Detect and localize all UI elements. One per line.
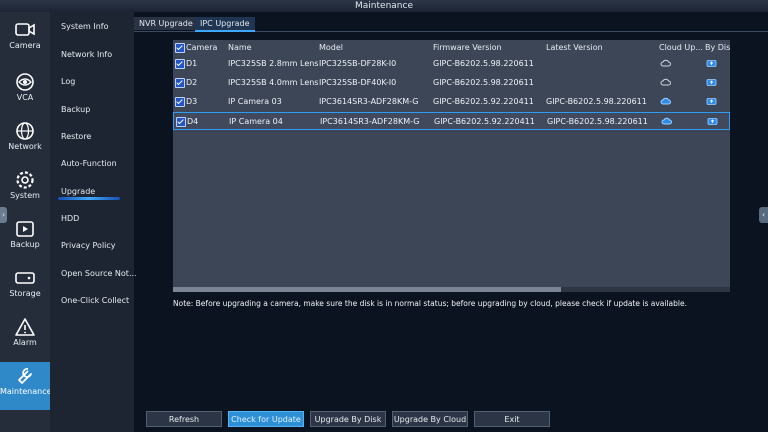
col-firmware: Firmware Version: [433, 43, 502, 52]
submenu-backup[interactable]: Backup: [61, 105, 90, 114]
submenu-network-info[interactable]: Network Info: [61, 50, 112, 59]
col-cloud-upgrade: Cloud Up...: [659, 43, 703, 52]
table-row[interactable]: D1 IPC325SB 2.8mm Lens IPC325SB-DF28K-I0…: [173, 55, 730, 73]
cell-model: IPC325SB-DF40K-I0: [319, 78, 397, 87]
upgrade-by-disk-button[interactable]: Upgrade By Disk: [310, 411, 386, 427]
cell-firmware: GIPC-B6202.5.92.220411: [433, 97, 534, 106]
cell-camera: D3: [186, 97, 198, 106]
nav-backup-label: Backup: [10, 240, 40, 249]
disk-upgrade-icon[interactable]: [706, 78, 717, 87]
cloud-upgrade-icon[interactable]: [660, 78, 671, 87]
tab-ipc-upgrade[interactable]: IPC Upgrade: [195, 17, 255, 32]
cell-name: IP Camera 04: [229, 117, 283, 126]
table-row[interactable]: D4 IP Camera 04 IPC3614SR3-ADF28KM-G GIP…: [173, 112, 730, 130]
nav-camera[interactable]: Camera: [0, 16, 50, 64]
select-all-checkbox[interactable]: [175, 43, 185, 53]
cloud-upgrade-icon[interactable]: [660, 59, 671, 68]
col-name: Name: [228, 43, 252, 52]
globe-icon: [16, 122, 34, 140]
upgrade-tabs: NVR Upgrade IPC Upgrade: [134, 15, 768, 32]
table-row[interactable]: D2 IPC325SB 4.0mm Lens IPC325SB-DF40K-I0…: [173, 74, 730, 92]
check-update-button[interactable]: Check for Update: [228, 411, 304, 427]
warning-icon: [15, 318, 35, 336]
window-title: Maintenance: [0, 0, 768, 12]
submenu-upgrade[interactable]: Upgrade: [61, 187, 95, 196]
expand-panel-icon[interactable]: ‹: [759, 207, 768, 223]
row-checkbox[interactable]: [175, 97, 185, 107]
cell-camera: D4: [187, 117, 199, 126]
cloud-upgrade-icon[interactable]: [661, 117, 672, 126]
disk-upgrade-icon[interactable]: [706, 97, 717, 106]
submenu-privacy-policy[interactable]: Privacy Policy: [61, 241, 116, 250]
nav-storage[interactable]: Storage: [0, 264, 50, 312]
cell-model: IPC325SB-DF28K-I0: [319, 59, 397, 68]
nav-camera-label: Camera: [9, 41, 41, 50]
table-horizontal-scrollbar[interactable]: [173, 287, 730, 292]
row-checkbox[interactable]: [176, 117, 186, 127]
nav-alarm-label: Alarm: [13, 338, 37, 347]
refresh-button[interactable]: Refresh: [146, 411, 222, 427]
submenu-system-info[interactable]: System Info: [61, 22, 109, 31]
submenu-active-indicator: [58, 197, 120, 200]
row-checkbox[interactable]: [175, 78, 185, 88]
submenu-log[interactable]: Log: [61, 77, 75, 86]
table-header: Camera Name Model Firmware Version Lates…: [173, 40, 730, 55]
cloud-upgrade-icon[interactable]: [660, 97, 671, 106]
col-by-disk: By Dis: [705, 43, 731, 52]
ipc-table: Camera Name Model Firmware Version Lates…: [173, 40, 730, 292]
submenu-one-click-collect[interactable]: One-Click Collect: [61, 296, 129, 305]
exit-button[interactable]: Exit: [474, 411, 550, 427]
collapse-rail-icon[interactable]: ›: [0, 207, 7, 223]
cell-firmware: GIPC-B6202.5.98.220611: [433, 59, 534, 68]
vca-icon: [16, 73, 34, 91]
row-checkbox[interactable]: [175, 59, 185, 69]
cell-name: IPC325SB 2.8mm Lens: [228, 59, 319, 68]
disk-upgrade-icon[interactable]: [707, 117, 718, 126]
col-camera: Camera: [186, 43, 218, 52]
cell-latest: GIPC-B6202.5.98.220611: [547, 117, 648, 126]
scrollbar-thumb[interactable]: [173, 287, 561, 292]
cell-camera: D2: [186, 78, 198, 87]
cell-model: IPC3614SR3-ADF28KM-G: [320, 117, 420, 126]
tab-nvr-upgrade[interactable]: NVR Upgrade: [134, 17, 198, 30]
nav-maintenance-label: Maintenance: [0, 387, 52, 396]
nav-backup[interactable]: Backup: [0, 215, 50, 263]
cell-latest: GIPC-B6202.5.98.220611: [546, 97, 647, 106]
nav-network-label: Network: [8, 142, 42, 151]
nav-system-label: System: [10, 191, 40, 200]
upgrade-by-cloud-button[interactable]: Upgrade By Cloud: [392, 411, 468, 427]
camera-icon: [15, 23, 35, 36]
cell-name: IPC325SB 4.0mm Lens: [228, 78, 319, 87]
submenu-open-source[interactable]: Open Source Not...: [61, 269, 137, 278]
hdd-icon: [15, 272, 35, 284]
nav-alarm[interactable]: Alarm: [0, 313, 50, 361]
nav-maintenance[interactable]: Maintenance: [0, 362, 52, 410]
nav-system[interactable]: System: [0, 166, 50, 214]
col-model: Model: [319, 43, 344, 52]
cell-firmware: GIPC-B6202.5.92.220411: [434, 117, 535, 126]
submenu-auto-function[interactable]: Auto-Function: [61, 159, 117, 168]
cell-name: IP Camera 03: [228, 97, 282, 106]
nav-network[interactable]: Network: [0, 117, 50, 165]
main-nav-rail: Camera VCA Network System Backup Storage…: [0, 12, 52, 432]
disk-upgrade-icon[interactable]: [706, 59, 717, 68]
col-latest: Latest Version: [546, 43, 603, 52]
cell-firmware: GIPC-B6202.5.98.220611: [433, 78, 534, 87]
cell-model: IPC3614SR3-ADF28KM-G: [319, 97, 419, 106]
nav-vca-label: VCA: [16, 93, 34, 102]
playback-icon: [16, 221, 34, 237]
submenu-hdd[interactable]: HDD: [61, 214, 79, 223]
maintenance-submenu: System Info Network Info Log Backup Rest…: [50, 12, 137, 432]
wrench-icon: [18, 368, 32, 384]
table-row[interactable]: D3 IP Camera 03 IPC3614SR3-ADF28KM-G GIP…: [173, 93, 730, 111]
submenu-restore[interactable]: Restore: [61, 132, 91, 141]
nav-vca[interactable]: VCA: [0, 68, 50, 116]
nav-storage-label: Storage: [9, 289, 41, 298]
cell-camera: D1: [186, 59, 198, 68]
gear-icon: [16, 171, 34, 189]
upgrade-note: Note: Before upgrading a camera, make su…: [173, 299, 687, 308]
